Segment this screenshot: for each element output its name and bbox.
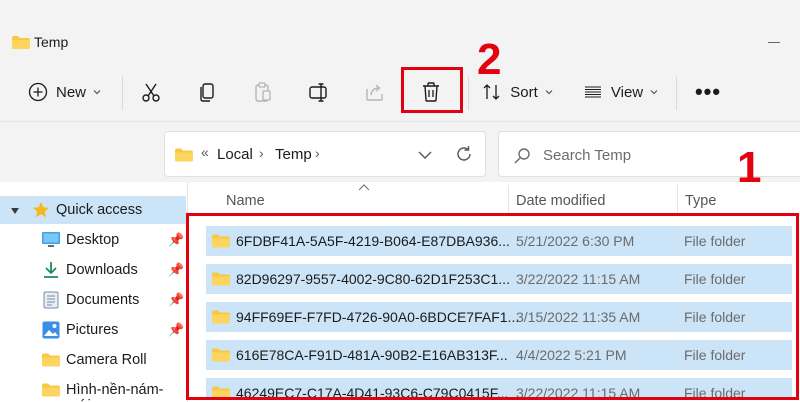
annotation-number-1: 1 (737, 143, 762, 192)
sidebar-item-label: Camera Roll (66, 352, 147, 368)
toolbar-divider (122, 76, 123, 110)
column-header-name[interactable]: Name (226, 193, 265, 209)
cut-button[interactable] (134, 62, 168, 122)
pin-icon: 📌 (168, 292, 185, 307)
column-header-type[interactable]: Type (685, 193, 716, 209)
view-button[interactable]: View (580, 62, 662, 122)
annotation-box-delete (401, 67, 463, 113)
folder-icon (12, 36, 30, 49)
sidebar-item-label: Hình-nền-nám-mới (66, 382, 164, 402)
chevron-down-icon (650, 90, 658, 95)
breadcrumb-temp[interactable]: Temp (275, 146, 312, 163)
chevron-down-icon[interactable] (10, 206, 20, 216)
more-options-button[interactable]: ••• (688, 62, 728, 122)
pictures-icon (42, 321, 60, 339)
column-header-date-modified[interactable]: Date modified (516, 193, 605, 209)
breadcrumb-overflow[interactable]: « (201, 144, 209, 160)
pin-icon: 📌 (168, 262, 185, 277)
documents-icon (43, 291, 59, 309)
download-icon (44, 262, 58, 278)
toolbar-divider (468, 76, 469, 110)
scissors-icon (142, 83, 160, 102)
sort-ascending-icon (358, 184, 370, 191)
chevron-down-icon (545, 90, 553, 95)
file-explorer-window: Temp New Sort View ••• « Local › Temp › … (0, 0, 800, 402)
sidebar-item-documents[interactable]: Documents 📌 (0, 286, 188, 314)
more-dots-icon: ••• (694, 79, 722, 104)
rename-icon (309, 83, 327, 102)
copy-button[interactable] (190, 62, 224, 122)
folder-icon (175, 148, 193, 162)
sidebar-item-pictures[interactable]: Pictures 📌 (0, 316, 188, 344)
share-icon (366, 84, 383, 101)
plus-circle-icon (28, 82, 48, 102)
paste-icon (255, 82, 271, 102)
sidebar-item-quick-access[interactable]: Quick access (0, 196, 186, 224)
breadcrumb-separator[interactable]: › (315, 145, 320, 161)
desktop-icon (42, 232, 60, 247)
view-button-label: View (610, 83, 644, 101)
rename-button[interactable] (302, 62, 336, 122)
annotation-number-2: 2 (477, 35, 502, 84)
pin-icon: 📌 (168, 322, 185, 337)
breadcrumb-separator[interactable]: › (259, 145, 264, 161)
chevron-down-icon (93, 90, 101, 95)
view-list-icon (584, 86, 601, 98)
sidebar-item-desktop[interactable]: Desktop 📌 (0, 226, 188, 254)
folder-icon (42, 353, 60, 367)
command-bar: New Sort View ••• (0, 62, 800, 122)
annotation-box-files (186, 213, 799, 400)
sidebar-item-label: Quick access (56, 202, 143, 218)
sidebar-item-label: Desktop (66, 232, 120, 248)
window-title: Temp (34, 34, 69, 50)
minimize-button[interactable] (768, 42, 780, 43)
column-divider[interactable] (508, 185, 509, 215)
paste-button[interactable] (246, 62, 280, 122)
address-bar[interactable]: « Local › Temp › (164, 131, 486, 177)
sidebar-item-label: Pictures (66, 322, 119, 338)
pin-icon: 📌 (168, 232, 185, 247)
search-icon (514, 148, 530, 164)
breadcrumb-local[interactable]: Local (217, 146, 253, 163)
sidebar-item-label: Documents (66, 292, 140, 308)
star-icon (33, 202, 49, 218)
sidebar-item-folder[interactable]: Hình-nền-nám-mới (0, 376, 188, 402)
column-divider[interactable] (677, 185, 678, 215)
folder-icon (42, 383, 60, 397)
chevron-down-icon[interactable] (417, 148, 433, 162)
sidebar-item-downloads[interactable]: Downloads 📌 (0, 256, 188, 284)
share-button[interactable] (358, 62, 392, 122)
toolbar-divider (676, 76, 677, 110)
copy-icon (200, 83, 214, 102)
title-bar: Temp (0, 0, 800, 62)
sidebar-item-label: Downloads (66, 262, 138, 278)
sort-icon (483, 84, 500, 100)
new-button[interactable]: New (20, 62, 110, 122)
sidebar-item-camera-roll[interactable]: Camera Roll (0, 346, 188, 374)
new-button-label: New (55, 83, 86, 101)
sort-button-label: Sort (510, 83, 538, 101)
refresh-icon[interactable] (454, 144, 474, 164)
navigation-pane: Quick access Desktop 📌 Downloads 📌 Docum… (0, 182, 188, 402)
